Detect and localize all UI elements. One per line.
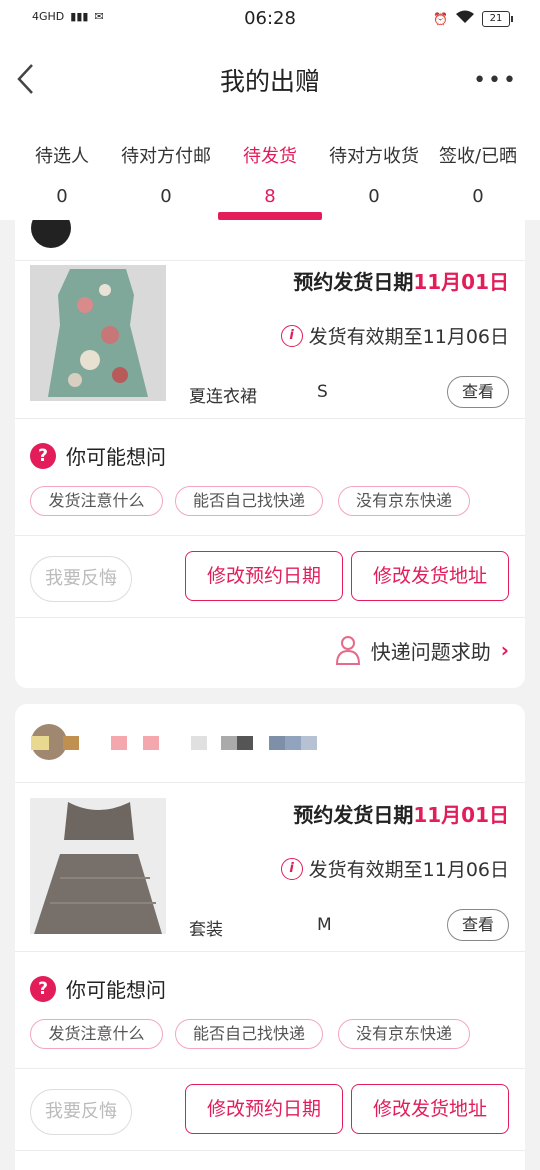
validity-text: 发货有效期至11月06日 [308,859,509,881]
chevron-right-icon: › [500,638,509,662]
battery-icon: 21 [482,10,513,27]
tab-count: 0 [472,186,484,207]
info-icon: i [280,324,303,347]
wifi-icon [456,10,474,27]
faq-title-text: 你可能想问 [66,445,166,469]
divider [15,1068,525,1069]
page-title: 我的出赠 [219,67,320,96]
ship-date-prefix: 预约发货日期 [293,803,414,827]
regret-button[interactable]: 我要反悔 [30,1089,132,1135]
order-card: 预约发货日期11月01日 i 发货有效期至11月06日 套装 M 查看 ? 你可… [15,704,525,1170]
tab-pending-receive[interactable]: 待对方收货 0 [320,142,428,207]
divider [15,1150,525,1151]
tab-label: 待对方收货 [329,146,419,167]
item-name: 夏连衣裙 [189,387,257,407]
masked-username [31,736,321,750]
tab-pending-ship[interactable]: 待发货 8 [216,142,324,207]
courier-help-link[interactable]: 快递问题求助 › [335,635,509,665]
order-list[interactable]: 预约发货日期11月01日 i 发货有效期至11月06日 夏连衣裙 S 查看 ? … [0,220,540,1170]
question-icon: ? [30,442,56,469]
validity-line: i 发货有效期至11月06日 [280,855,509,882]
tab-label: 待对方付邮 [121,146,211,167]
divider [15,782,525,783]
user-support-icon [335,636,360,665]
tab-count: 8 [264,186,276,207]
tab-count: 0 [160,186,172,207]
tab-signed[interactable]: 签收/已晒 0 [424,142,532,207]
tab-bar: 待选人 0 待对方付邮 0 待发货 8 待对方收货 0 签收/已晒 0 [0,120,540,220]
divider [15,617,525,618]
status-bar: 4GHD ▮▮▮ ✉ 06:28 ⏰ 21 [0,0,540,40]
order-card: 预约发货日期11月01日 i 发货有效期至11月06日 夏连衣裙 S 查看 ? … [15,220,525,688]
tab-count: 0 [56,186,68,207]
item-thumbnail[interactable] [30,798,166,934]
courier-help-label: 快递问题求助 [370,639,491,664]
item-size: M [317,915,332,935]
divider [15,260,525,261]
info-icon: i [280,857,303,880]
faq-title: ? 你可能想问 [30,441,166,470]
faq-title: ? 你可能想问 [30,974,166,1003]
regret-button[interactable]: 我要反悔 [30,556,132,602]
avatar [31,220,71,248]
tab-label: 待发货 [243,146,297,167]
validity-line: i 发货有效期至11月06日 [280,322,509,349]
change-address-button[interactable]: 修改发货地址 [351,551,509,601]
view-button[interactable]: 查看 [447,909,509,941]
faq-chip[interactable]: 能否自己找快递 [175,1019,323,1049]
status-right: ⏰ 21 [433,10,513,27]
divider [15,951,525,952]
change-date-button[interactable]: 修改预约日期 [185,551,343,601]
app-header: 我的出赠 ••• [0,40,540,120]
faq-chip[interactable]: 没有京东快递 [338,486,470,516]
faq-chip[interactable]: 发货注意什么 [30,1019,163,1049]
active-tab-indicator [218,212,322,220]
question-icon: ? [30,975,56,1002]
tab-pending-select[interactable]: 待选人 0 [8,142,116,207]
view-button[interactable]: 查看 [447,376,509,408]
ship-date: 11月01日 [413,270,509,294]
ship-date-line: 预约发货日期11月01日 [293,799,509,828]
tab-label: 签收/已晒 [438,146,518,167]
item-name: 套装 [189,920,223,940]
change-address-button[interactable]: 修改发货地址 [351,1084,509,1134]
faq-chip[interactable]: 发货注意什么 [30,486,163,516]
validity-text: 发货有效期至11月06日 [308,326,509,348]
tab-pending-postage[interactable]: 待对方付邮 0 [112,142,220,207]
divider [15,535,525,536]
tab-count: 0 [368,186,380,207]
divider [15,418,525,419]
change-date-button[interactable]: 修改预约日期 [185,1084,343,1134]
faq-title-text: 你可能想问 [66,978,166,1002]
more-icon[interactable]: ••• [473,68,518,93]
ship-date-prefix: 预约发货日期 [293,270,414,294]
ship-date-line: 预约发货日期11月01日 [293,266,509,295]
faq-chip[interactable]: 能否自己找快递 [175,486,323,516]
faq-chip[interactable]: 没有京东快递 [338,1019,470,1049]
ship-date: 11月01日 [413,803,509,827]
item-size: S [317,382,328,402]
tab-label: 待选人 [35,146,89,167]
alarm-icon: ⏰ [433,11,448,26]
item-thumbnail[interactable] [30,265,166,401]
